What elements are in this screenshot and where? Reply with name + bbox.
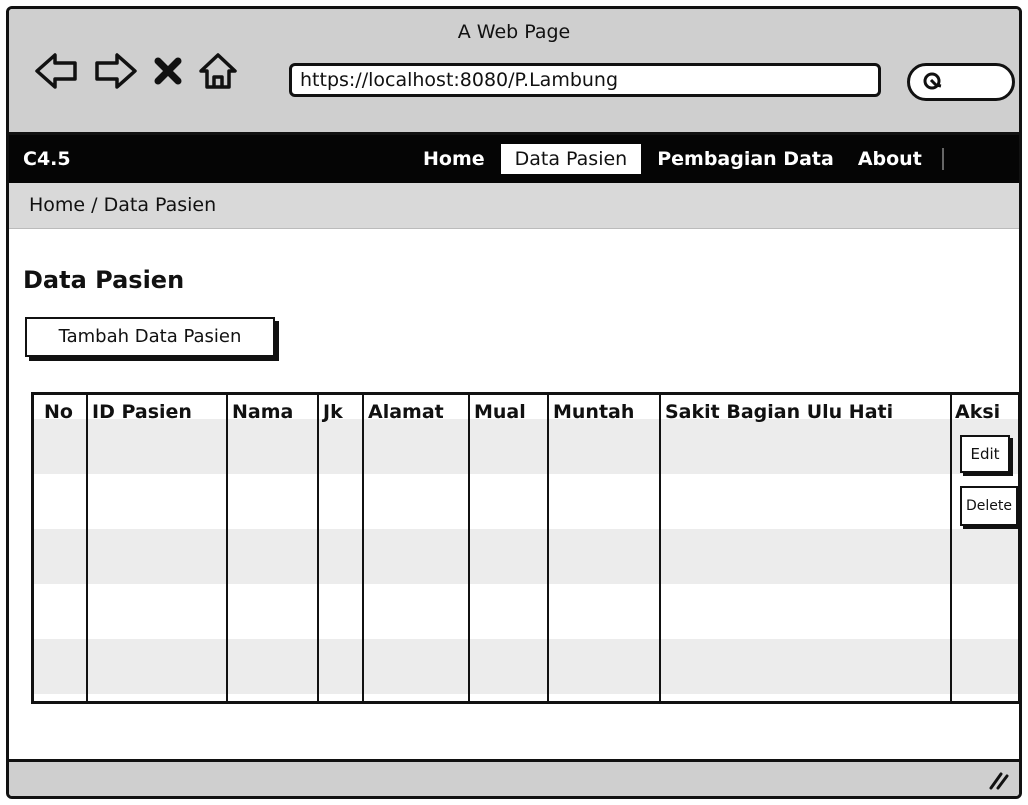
column-divider [547,395,549,701]
browser-nav-icons [33,51,239,91]
nav-links: Home Data Pasien Pembagian Data About [411,135,944,183]
forward-arrow-icon[interactable] [93,51,139,91]
breadcrumb: Home / Data Pasien [9,183,1019,229]
nav-item-home[interactable]: Home [411,148,497,170]
home-icon[interactable] [197,51,239,91]
browser-chrome: A Web Page https://localhost:8080/P.Lamb… [9,9,1019,135]
browser-search-field[interactable] [907,63,1015,101]
nav-item-pembagian-data[interactable]: Pembagian Data [645,148,846,170]
window-title: A Web Page [457,21,571,43]
column-divider [950,395,952,701]
nav-item-about[interactable]: About [846,148,934,170]
column-header-aksi: Aksi [955,401,1001,423]
column-divider [468,395,470,701]
column-header-alamat: Alamat [368,401,444,423]
delete-button[interactable]: Delete [960,486,1018,526]
column-divider [317,395,319,701]
search-icon [922,71,946,99]
address-bar[interactable]: https://localhost:8080/P.Lambung [289,63,881,97]
column-header-sakit-bagian-ulu-hati: Sakit Bagian Ulu Hati [665,401,894,423]
column-divider [86,395,88,701]
edit-button[interactable]: Edit [960,435,1010,473]
table-row [34,639,1018,694]
table-row [34,529,1018,584]
add-patient-button[interactable]: Tambah Data Pasien [25,317,275,357]
close-x-icon[interactable] [153,51,183,91]
back-arrow-icon[interactable] [33,51,79,91]
nav-divider [941,148,944,170]
column-divider [362,395,364,701]
nav-item-data-pasien[interactable]: Data Pasien [500,144,642,174]
column-header-id-pasien: ID Pasien [92,401,192,423]
brand-label[interactable]: C4.5 [23,148,71,170]
column-header-no: No [44,401,73,423]
column-divider [659,395,661,701]
resize-grip-icon[interactable] [987,770,1009,794]
patient-table: No ID Pasien Nama Jk Alamat Mual Muntah … [31,392,1019,704]
page-title: Data Pasien [23,266,185,294]
column-header-jk: Jk [323,401,343,423]
column-header-nama: Nama [232,401,294,423]
column-header-mual: Mual [474,401,526,423]
top-navbar: C4.5 Home Data Pasien Pembagian Data Abo… [9,135,1019,183]
table-row [34,419,1018,474]
column-divider [226,395,228,701]
column-header-muntah: Muntah [553,401,635,423]
browser-window: A Web Page https://localhost:8080/P.Lamb… [6,6,1022,799]
breadcrumb-text: Home / Data Pasien [29,194,217,216]
status-bar [9,759,1019,796]
